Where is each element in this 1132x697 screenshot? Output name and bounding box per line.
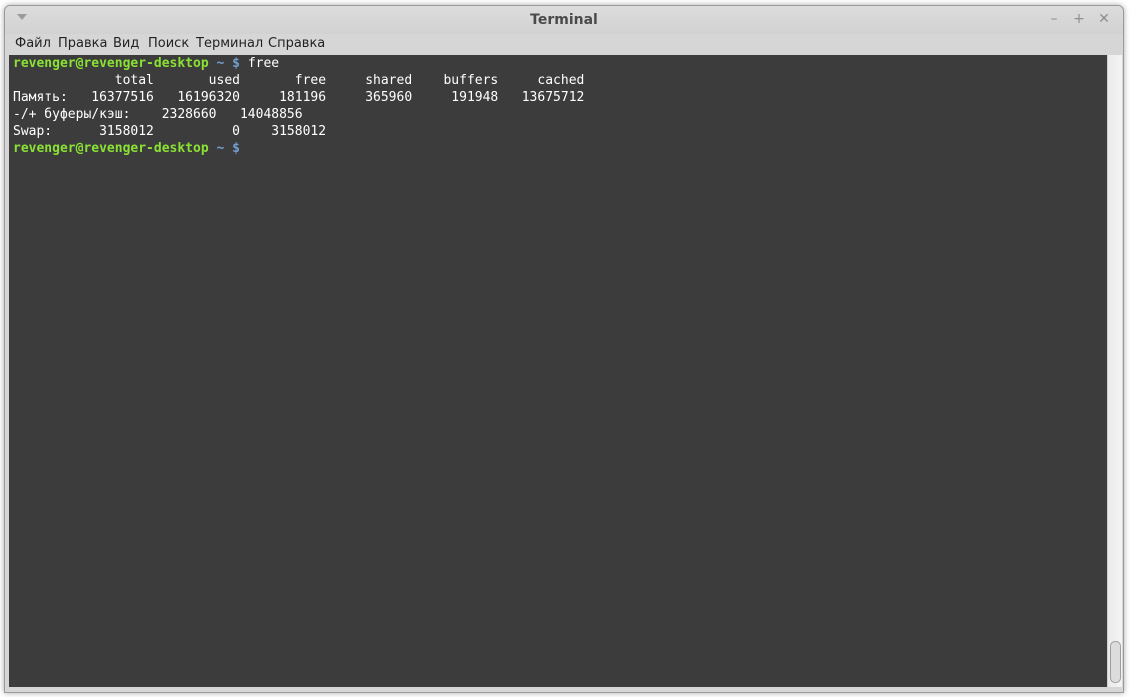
terminal-output[interactable]: revenger@revenger-desktop ~ $ free total…	[9, 55, 1107, 687]
output-line: Swap: 3158012 0 3158012	[13, 124, 327, 139]
window-title: Terminal	[530, 12, 598, 28]
menu-terminal[interactable]: Терминал	[196, 36, 263, 51]
maximize-button[interactable]: +	[1071, 11, 1087, 27]
menu-bar: Файл Правка Вид Поиск Терминал Справка	[5, 34, 1123, 56]
output-line: -/+ буферы/кэш: 2328660 14048856	[13, 107, 303, 122]
scrollbar-thumb[interactable]	[1110, 641, 1121, 683]
command-text: free	[247, 56, 280, 71]
minimize-button[interactable]: –	[1046, 11, 1062, 27]
output-line: total used free shared buffers cached	[13, 73, 585, 88]
title-bar[interactable]: Terminal – + ✕	[5, 6, 1123, 34]
prompt-user-host: revenger@revenger-desktop	[13, 141, 209, 156]
output-line: Память: 16377516 16196320 181196 365960 …	[13, 90, 585, 105]
menu-file[interactable]: Файл	[15, 36, 51, 51]
menu-help[interactable]: Справка	[268, 36, 325, 51]
terminal-window: Terminal – + ✕ Файл Правка Вид Поиск Тер…	[4, 5, 1124, 693]
vertical-scrollbar[interactable]	[1107, 55, 1122, 687]
prompt-path: ~ $	[216, 141, 240, 156]
close-button[interactable]: ✕	[1096, 11, 1112, 27]
menu-edit[interactable]: Правка	[58, 36, 107, 51]
prompt-user-host: revenger@revenger-desktop	[13, 56, 209, 71]
prompt-path: ~ $	[216, 56, 240, 71]
prompt-line: revenger@revenger-desktop ~ $ free	[13, 55, 279, 72]
menu-search[interactable]: Поиск	[148, 36, 189, 51]
prompt-line: revenger@revenger-desktop ~ $	[13, 140, 240, 157]
menu-view[interactable]: Вид	[113, 36, 139, 51]
